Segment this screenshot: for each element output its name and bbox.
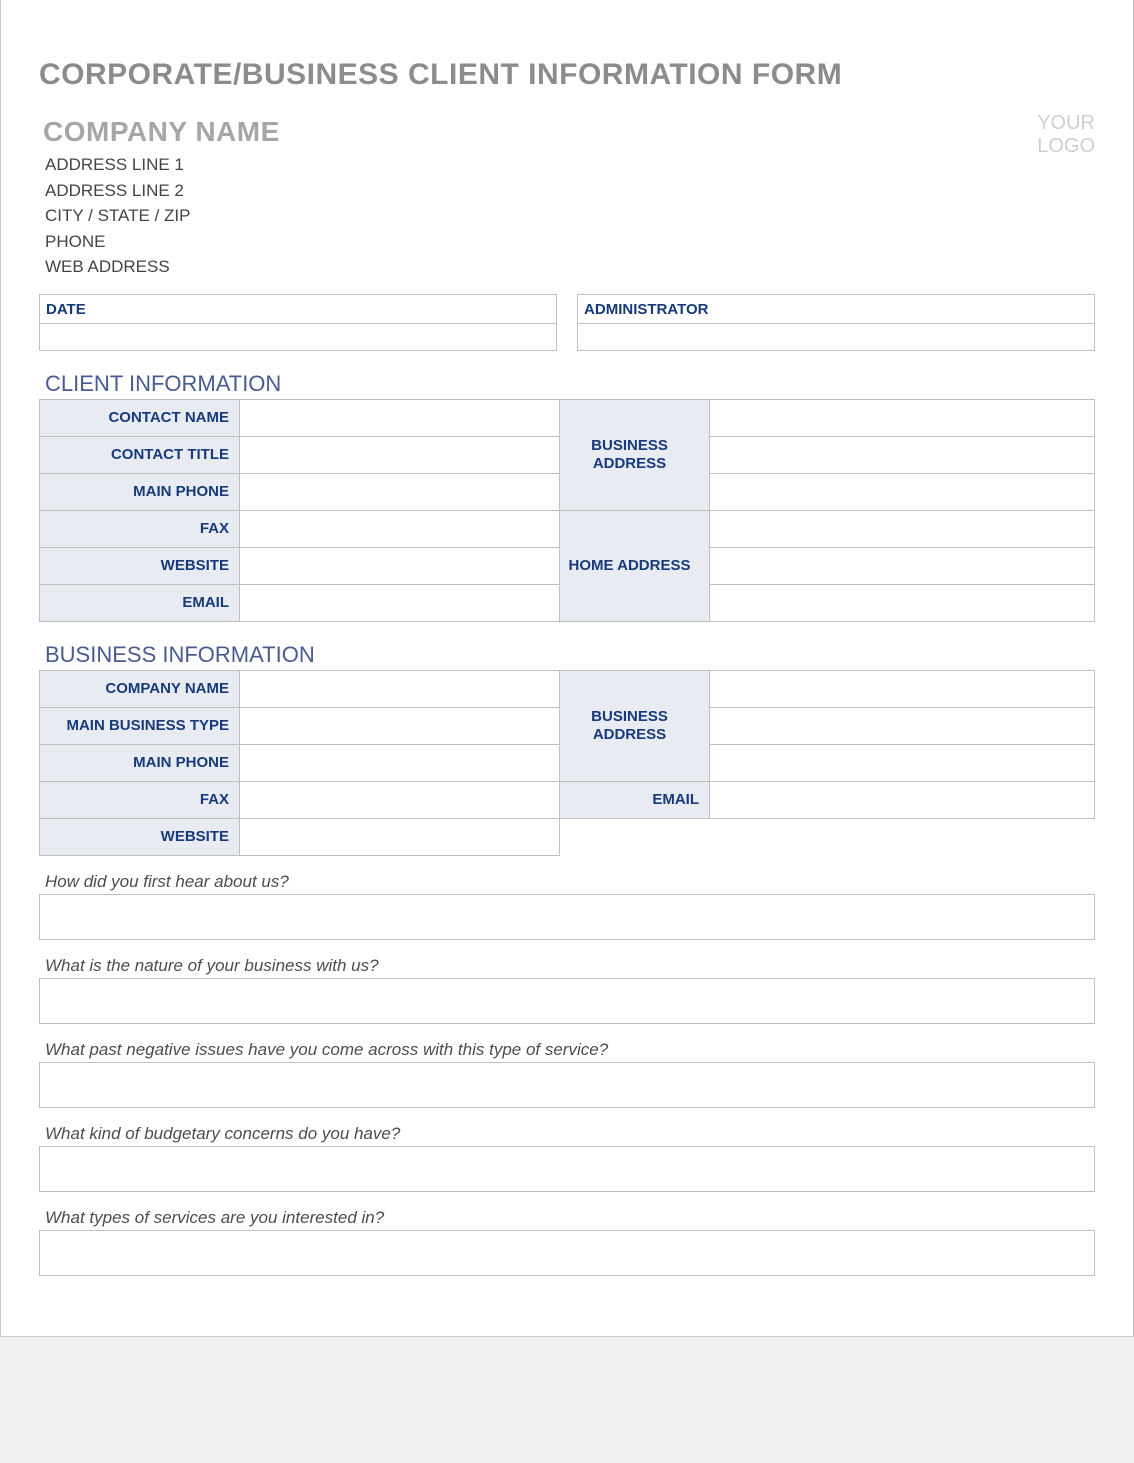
label-website-biz: WEBSITE xyxy=(40,818,240,855)
date-label: DATE xyxy=(40,294,557,323)
label-main-phone-client: MAIN PHONE xyxy=(40,473,240,510)
question-4-input[interactable] xyxy=(39,1146,1095,1192)
address-web: WEB ADDRESS xyxy=(45,254,280,280)
question-2-input[interactable] xyxy=(39,978,1095,1024)
input-business-address-biz-3[interactable] xyxy=(710,744,1095,781)
question-1-label: How did you first hear about us? xyxy=(45,872,1095,892)
question-3-label: What past negative issues have you come … xyxy=(45,1040,1095,1060)
label-contact-name: CONTACT NAME xyxy=(40,399,240,436)
input-home-address-client-3[interactable] xyxy=(710,584,1095,621)
input-fax-client[interactable] xyxy=(240,510,560,547)
business-info-table: COMPANY NAME BUSINESS ADDRESS MAIN BUSIN… xyxy=(39,670,1095,856)
input-main-phone-client[interactable] xyxy=(240,473,560,510)
input-contact-name[interactable] xyxy=(240,399,560,436)
input-business-address-biz-1[interactable] xyxy=(710,670,1095,707)
company-name-heading: COMPANY NAME xyxy=(43,116,280,148)
input-company-name-biz[interactable] xyxy=(240,670,560,707)
date-admin-table: DATE ADMINISTRATOR xyxy=(39,294,1095,351)
label-business-address-biz: BUSINESS ADDRESS xyxy=(560,670,710,781)
form-title: CORPORATE/BUSINESS CLIENT INFORMATION FO… xyxy=(39,58,1095,92)
input-email-biz[interactable] xyxy=(710,781,1095,818)
logo-placeholder: YOUR LOGO xyxy=(1037,110,1095,158)
label-email-biz: EMAIL xyxy=(560,781,710,818)
question-4-label: What kind of budgetary concerns do you h… xyxy=(45,1124,1095,1144)
input-website-biz[interactable] xyxy=(240,818,560,855)
input-business-address-client-1[interactable] xyxy=(710,399,1095,436)
section-client-information: CLIENT INFORMATION xyxy=(45,371,1095,397)
question-1-input[interactable] xyxy=(39,894,1095,940)
label-business-address-client: BUSINESS ADDRESS xyxy=(560,399,710,510)
label-contact-title: CONTACT TITLE xyxy=(40,436,240,473)
date-input[interactable] xyxy=(40,323,557,350)
input-website-client[interactable] xyxy=(240,547,560,584)
address-line-1: ADDRESS LINE 1 xyxy=(45,152,280,178)
company-address-block: ADDRESS LINE 1 ADDRESS LINE 2 CITY / STA… xyxy=(45,152,280,280)
input-business-address-client-3[interactable] xyxy=(710,473,1095,510)
input-fax-biz[interactable] xyxy=(240,781,560,818)
input-home-address-client-1[interactable] xyxy=(710,510,1095,547)
client-info-table: CONTACT NAME BUSINESS ADDRESS CONTACT TI… xyxy=(39,399,1095,622)
input-home-address-client-2[interactable] xyxy=(710,547,1095,584)
input-business-address-client-2[interactable] xyxy=(710,436,1095,473)
section-business-information: BUSINESS INFORMATION xyxy=(45,642,1095,668)
label-main-business-type: MAIN BUSINESS TYPE xyxy=(40,707,240,744)
address-line-2: ADDRESS LINE 2 xyxy=(45,178,280,204)
input-contact-title[interactable] xyxy=(240,436,560,473)
label-fax-biz: FAX xyxy=(40,781,240,818)
address-phone: PHONE xyxy=(45,229,280,255)
input-main-phone-biz[interactable] xyxy=(240,744,560,781)
address-city-state-zip: CITY / STATE / ZIP xyxy=(45,203,280,229)
label-email-client: EMAIL xyxy=(40,584,240,621)
question-3-input[interactable] xyxy=(39,1062,1095,1108)
input-email-client[interactable] xyxy=(240,584,560,621)
logo-placeholder-line-2: LOGO xyxy=(1037,135,1095,158)
administrator-label: ADMINISTRATOR xyxy=(578,294,1095,323)
input-main-business-type[interactable] xyxy=(240,707,560,744)
label-website-client: WEBSITE xyxy=(40,547,240,584)
question-5-label: What types of services are you intereste… xyxy=(45,1208,1095,1228)
label-company-name-biz: COMPANY NAME xyxy=(40,670,240,707)
question-5-input[interactable] xyxy=(39,1230,1095,1276)
label-main-phone-biz: MAIN PHONE xyxy=(40,744,240,781)
administrator-input[interactable] xyxy=(578,323,1095,350)
form-sheet: CORPORATE/BUSINESS CLIENT INFORMATION FO… xyxy=(0,0,1134,1337)
label-fax-client: FAX xyxy=(40,510,240,547)
logo-placeholder-line-1: YOUR xyxy=(1037,112,1095,135)
input-business-address-biz-2[interactable] xyxy=(710,707,1095,744)
question-2-label: What is the nature of your business with… xyxy=(45,956,1095,976)
label-home-address-client: HOME ADDRESS xyxy=(560,510,710,621)
